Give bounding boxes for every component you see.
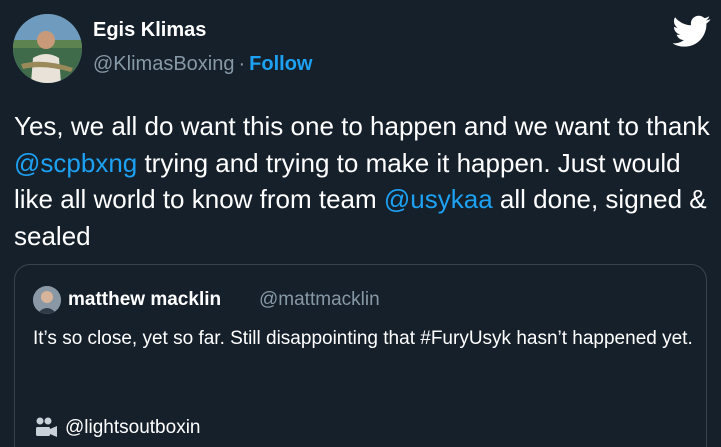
author-avatar[interactable] — [13, 14, 82, 83]
video-camera-icon — [33, 416, 59, 440]
author-handle-row: @KlimasBoxing · Follow — [93, 53, 312, 76]
twitter-bird-icon[interactable] — [672, 12, 711, 50]
quote-author-avatar[interactable] — [33, 286, 61, 314]
quote-embed-row[interactable]: @lightsoutboxin — [33, 416, 200, 440]
tweet-text-part: Yes, we all do want this one to happen a… — [14, 111, 710, 141]
embed-media-link[interactable]: @lightsoutboxin — [65, 417, 200, 439]
quote-body: It’s so close, yet so far. Still disappo… — [33, 328, 693, 349]
quoted-tweet[interactable]: matthew macklin @mattmacklin It’s so clo… — [14, 264, 707, 447]
embedded-tweet: Egis Klimas @KlimasBoxing · Follow Yes, we… — [0, 0, 721, 447]
quote-author-name[interactable]: matthew macklin — [68, 289, 221, 311]
mention-link[interactable]: @scpbxng — [14, 148, 137, 178]
mention-link[interactable]: @usykaa — [384, 184, 493, 214]
tweet-body: Yes, we all do want this one to happen a… — [14, 108, 714, 254]
author-name[interactable]: Egis Klimas — [93, 19, 206, 42]
handle-separator: · — [238, 53, 246, 75]
follow-button[interactable]: Follow — [249, 53, 312, 75]
quote-author-handle[interactable]: @mattmacklin — [259, 289, 380, 311]
author-handle[interactable]: @KlimasBoxing — [93, 53, 234, 75]
